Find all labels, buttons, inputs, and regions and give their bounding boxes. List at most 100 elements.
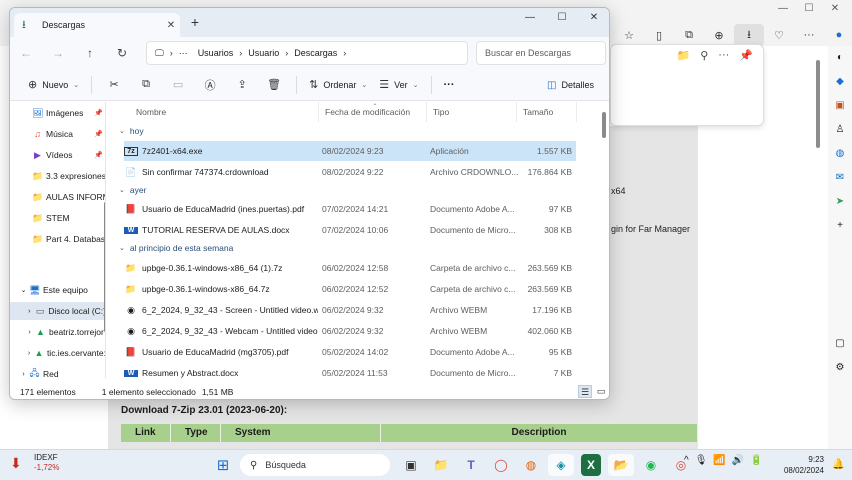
browser-minimize-button[interactable]: — [770,3,796,14]
nav-item-red[interactable]: › 🖧 Red [10,365,105,378]
rename-button[interactable]: Ⓐ [194,73,226,97]
browser-maximize-button[interactable]: ☐ [796,3,822,14]
breadcrumb-more[interactable]: ··· [179,48,188,58]
nav-item-database[interactable]: 📁 Part 4. Database [10,230,105,248]
nav-pane-scrollbar[interactable] [104,202,105,332]
nav-item-drive-tic[interactable]: › ▲ tic.ies.cervante: [10,344,105,362]
delete-button[interactable]: 🗑 [258,73,290,97]
column-tamano[interactable]: Tamaño [517,102,577,122]
breadcrumb-usuarios[interactable]: Usuarios [198,48,234,58]
cut-button[interactable]: ✂ [98,73,130,97]
split-screen-icon[interactable]: ▯ [644,24,674,46]
group-header-hoy[interactable]: ⌄ hoy [119,123,144,139]
refresh-button[interactable]: ↻ [106,46,138,60]
stock-widget[interactable]: ⬇ IDEXF -1,72% [10,453,59,473]
nav-item-musica[interactable]: ♫ Música 📌 [10,125,105,143]
tiles-view-icon[interactable]: ▭ [594,385,608,398]
close-button[interactable]: ✕ [578,8,609,28]
taskbar-search[interactable]: ⚲ Búsqueda [240,454,390,476]
sidebar-shopping-icon[interactable]: ◆ [828,70,852,94]
tab-descargas[interactable]: ⭳ Descargas ✕ [14,13,180,37]
sidebar-m365-icon[interactable]: ◍ [828,142,852,166]
view-button[interactable]: ☰ Ver ⌄ [373,73,424,97]
column-nombre[interactable]: Nombre [107,102,319,122]
chevron-right-icon[interactable]: › [18,371,29,378]
file-explorer-icon[interactable]: 📂 [608,454,634,476]
nav-item-aulas[interactable]: 📁 AULAS INFORM [10,188,105,206]
volume-icon[interactable]: 🔊 [732,455,744,466]
new-tab-button[interactable]: + [186,14,204,30]
up-button[interactable]: ↑ [74,46,106,60]
open-folder-icon[interactable]: 📁 [677,49,691,62]
breadcrumb-descargas[interactable]: Descargas [294,48,337,58]
address-bar[interactable]: 🖵 › ··· Usuarios › Usuario › Descargas › [146,41,468,65]
browser-essentials-icon[interactable]: ♡ [764,24,794,46]
browser-menu-icon[interactable]: ··· [794,24,824,46]
minimize-button[interactable]: — [514,8,546,28]
sidebar-tools-icon[interactable]: ▣ [828,94,852,118]
column-tipo[interactable]: Tipo [427,102,517,122]
nav-item-imagenes[interactable]: 🖼 Imágenes 📌 [10,104,105,122]
favorite-star-icon[interactable]: ☆ [614,24,644,46]
battery-icon[interactable]: 🔋 [750,455,762,466]
maximize-button[interactable]: ☐ [546,8,578,28]
file-list-scrollbar[interactable] [602,112,606,138]
nav-item-disco-local[interactable]: › ▭ Disco local (C:) [10,302,105,320]
group-header-semana[interactable]: ⌄ al principio de esta semana [119,240,233,256]
sort-button[interactable]: ⇅ Ordenar ⌄ [303,73,373,97]
microphone-icon[interactable]: 🎙 [695,455,708,466]
this-pc-icon[interactable]: 🖵 [155,48,164,59]
chevron-right-icon[interactable]: › [24,308,35,315]
nav-item-videos[interactable]: ▶ Vídeos 📌 [10,146,105,164]
browser-scrollbar-thumb[interactable] [816,60,820,148]
sidebar-games-icon[interactable]: ♙ [828,118,852,142]
details-view-icon[interactable]: ☰ [578,385,592,398]
spotify-icon[interactable]: ◉ [638,454,664,476]
file-row[interactable]: 📁 upbge-0.36.1-windows-x86_64 (1).7z 06/… [124,258,576,278]
downloads-icon[interactable]: ⭳ [734,24,764,46]
file-row[interactable]: ◉ 6_2_2024, 9_32_43 - Screen - Untitled … [124,300,576,320]
sidebar-settings-icon[interactable]: ⚙ [828,356,852,380]
chevron-down-icon[interactable]: ⌄ [18,286,29,294]
back-button[interactable]: ← [10,46,42,60]
search-downloads-icon[interactable]: ⚲ [700,49,708,62]
file-row[interactable]: 📕 Usuario de EducaMadrid (mg3705).pdf 05… [124,342,576,362]
search-input[interactable]: Buscar en Descargas [476,41,606,65]
more-options-icon[interactable]: ··· [718,49,729,62]
tab-close-icon[interactable]: ✕ [162,20,180,31]
file-row[interactable]: 📁 upbge-0.36.1-windows-x86_64.7z 06/02/2… [124,279,576,299]
clock[interactable]: 9:23 08/02/2024 [780,454,824,476]
more-options-button[interactable]: ··· [438,73,461,97]
file-row[interactable]: 📕 Usuario de EducaMadrid (ines.puertas).… [124,199,576,219]
extensions-icon[interactable]: ⊕ [704,24,734,46]
details-button[interactable]: ◫ Detalles [547,73,594,97]
sidebar-discover-icon[interactable]: ◐ [828,46,852,70]
browser-scrollbar[interactable] [815,60,821,445]
group-header-ayer[interactable]: ⌄ ayer [119,182,146,198]
start-button[interactable]: ⊞ [210,454,236,476]
new-button[interactable]: ⊕ Nuevo ⌄ [22,73,85,97]
copy-button[interactable]: ⧉ [130,73,162,97]
file-row[interactable]: W Resumen y Abstract.docx 05/02/2024 11:… [124,363,576,383]
sidebar-add-icon[interactable]: + [828,214,852,238]
nav-item-este-equipo[interactable]: ⌄ 🖥 Este equipo [10,281,105,299]
share-button[interactable]: ⇪ [226,73,258,97]
breadcrumb-usuario[interactable]: Usuario [248,48,279,58]
file-row[interactable]: 📄 Sin confirmar 747374.crdownload 08/02/… [124,162,576,182]
nav-item-expresiones[interactable]: 📁 3.3 expresiones [10,167,105,185]
nav-item-drive-beatriz[interactable]: › ▲ beatriz.torrejor [10,323,105,341]
task-view-icon[interactable]: ▣ [398,454,424,476]
collections-icon[interactable]: ⧉ [674,24,704,46]
chrome-icon[interactable]: ◯ [488,454,514,476]
show-hidden-icons-icon[interactable]: ^ [684,455,689,466]
browser-close-button[interactable]: ✕ [822,3,848,14]
forward-button[interactable]: → [42,46,74,60]
file-row[interactable]: W TUTORIAL RESERVA DE AULAS.docx 07/02/2… [124,220,576,240]
sidebar-drop-icon[interactable]: ➤ [828,190,852,214]
file-manager-icon[interactable]: 📁 [428,454,454,476]
nav-item-stem[interactable]: 📁 STEM [10,209,105,227]
chevron-right-icon[interactable]: › [24,350,34,357]
wifi-icon[interactable]: 📶 [713,455,725,466]
column-fecha[interactable]: ⌃ Fecha de modificación [319,102,427,122]
paste-button[interactable]: ▭ [162,73,194,97]
